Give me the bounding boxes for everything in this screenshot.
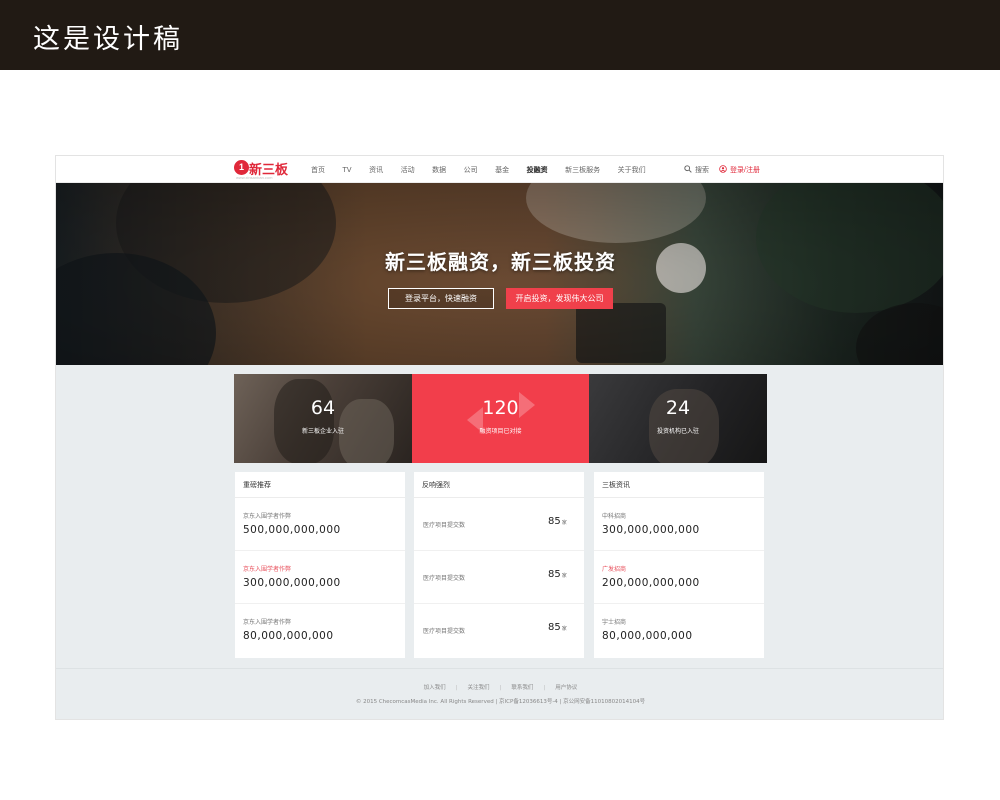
- stat-label: 投资机构已入驻: [656, 428, 699, 435]
- footer-separator: |: [455, 685, 458, 691]
- site-logo[interactable]: 1 新三板 www.xinsanban.com: [234, 159, 289, 180]
- item-label: 京东入围学者作弊: [243, 619, 292, 626]
- menu-item-events[interactable]: 活动: [401, 165, 415, 175]
- item-label: 医疗项目提交数: [423, 522, 466, 529]
- start-investing-button[interactable]: 开启投资，发现伟大公司: [506, 288, 613, 309]
- item-value: 200,000,000,000: [602, 577, 700, 589]
- footer-link-agreement[interactable]: 用户协议: [555, 685, 577, 691]
- card-title: 重磅推荐: [235, 472, 405, 498]
- item-count: 85家: [548, 516, 567, 527]
- list-item[interactable]: 宇士招商 80,000,000,000: [594, 604, 764, 657]
- site-footer: 加入我们 | 关注我们 | 联系我们 | 用户协议 © 2015 ChecomcasMedi…: [56, 668, 943, 719]
- menu-item-tv[interactable]: TV: [343, 166, 352, 174]
- item-value: 500,000,000,000: [243, 524, 341, 536]
- item-label: 京东入围学者作弊: [243, 513, 292, 520]
- card-title: 三板资讯: [594, 472, 764, 498]
- item-label: 医疗项目提交数: [423, 575, 466, 582]
- count-unit: 家: [561, 573, 567, 579]
- item-label: 医疗项目提交数: [423, 628, 466, 635]
- card-popular: 反响强烈 医疗项目提交数 85家 医疗项目提交数 85家 医疗项目提交数 85家: [414, 472, 584, 658]
- menu-item-companies[interactable]: 公司: [464, 165, 478, 175]
- stat-tile-investors[interactable]: 24 投资机构已入驻: [589, 374, 767, 463]
- logo-subtext: www.xinsanban.com: [236, 175, 273, 180]
- card-news: 三板资讯 中科招商 300,000,000,000 广发招商 200,000,0…: [594, 472, 764, 658]
- search-link[interactable]: 搜索: [684, 165, 709, 175]
- login-register-link[interactable]: 登录/注册: [719, 165, 760, 175]
- stat-tile-projects[interactable]: 120 融资项目已对接: [412, 374, 589, 463]
- hero-banner: 新三板融资，新三板投资 登录平台，快速融资 开启投资，发现伟大公司: [56, 183, 943, 365]
- footer-separator: |: [499, 685, 502, 691]
- list-item[interactable]: 医疗项目提交数 85家: [414, 498, 584, 551]
- list-item[interactable]: 医疗项目提交数 85家: [414, 604, 584, 657]
- menu-item-about[interactable]: 关于我们: [618, 165, 646, 175]
- user-icon: [719, 165, 727, 175]
- menu-item-news[interactable]: 资讯: [369, 165, 383, 175]
- item-label: 中科招商: [602, 513, 627, 520]
- menu-item-data[interactable]: 数据: [432, 165, 446, 175]
- card-featured: 重磅推荐 京东入围学者作弊 500,000,000,000 京东入围学者作弊 3…: [235, 472, 405, 658]
- card-title: 反响强烈: [414, 472, 584, 498]
- menu-item-funds[interactable]: 基金: [495, 165, 509, 175]
- list-item[interactable]: 京东入围学者作弊 80,000,000,000: [235, 604, 405, 657]
- count-value: 85: [548, 516, 561, 527]
- doc-header-bar: 这是设计稿: [0, 0, 1000, 70]
- list-item[interactable]: 中科招商 300,000,000,000: [594, 498, 764, 551]
- logo-mark-icon: 1: [234, 160, 249, 175]
- menu-item-services[interactable]: 新三板服务: [565, 165, 600, 175]
- item-label: 京东入围学者作弊: [243, 566, 292, 573]
- doc-title: 这是设计稿: [33, 24, 183, 55]
- login-label: 登录/注册: [730, 167, 760, 174]
- website-mockup: 1 新三板 www.xinsanban.com 首页 TV 资讯 活动 数据 公…: [55, 155, 944, 720]
- count-value: 85: [548, 569, 561, 580]
- search-label: 搜索: [695, 167, 709, 174]
- stat-number: 64: [310, 397, 336, 419]
- login-financing-button[interactable]: 登录平台，快速融资: [388, 288, 494, 309]
- stat-label: 新三板企业入驻: [301, 428, 344, 435]
- item-value: 300,000,000,000: [243, 577, 341, 589]
- item-value: 300,000,000,000: [602, 524, 700, 536]
- footer-link-join[interactable]: 加入我们: [424, 685, 446, 691]
- item-count: 85家: [548, 622, 567, 633]
- footer-copyright: © 2015 ChecomcasMedia Inc. All Rights Re…: [355, 699, 646, 705]
- count-unit: 家: [561, 626, 567, 632]
- footer-separator: |: [543, 685, 546, 691]
- footer-link-follow[interactable]: 关注我们: [468, 685, 490, 691]
- list-item[interactable]: 京东入围学者作弊 500,000,000,000: [235, 498, 405, 551]
- item-label: 宇士招商: [602, 619, 627, 626]
- item-value: 80,000,000,000: [243, 630, 334, 642]
- list-item[interactable]: 医疗项目提交数 85家: [414, 551, 584, 604]
- stat-photo-shape: [274, 379, 334, 463]
- item-count: 85家: [548, 569, 567, 580]
- stat-number: 120: [482, 397, 519, 419]
- list-item[interactable]: 广发招商 200,000,000,000: [594, 551, 764, 604]
- footer-link-contact[interactable]: 联系我们: [511, 685, 533, 691]
- item-value: 80,000,000,000: [602, 630, 693, 642]
- menu-item-home[interactable]: 首页: [311, 165, 325, 175]
- top-navigation: 1 新三板 www.xinsanban.com 首页 TV 资讯 活动 数据 公…: [56, 156, 943, 183]
- search-icon: [684, 165, 692, 175]
- stat-tile-companies[interactable]: 64 新三板企业入驻: [234, 374, 412, 463]
- footer-links: 加入我们 | 关注我们 | 联系我们 | 用户协议: [56, 683, 943, 691]
- stat-number: 24: [665, 397, 691, 419]
- menu-item-investment[interactable]: 投融资: [527, 165, 548, 175]
- count-value: 85: [548, 622, 561, 633]
- list-item[interactable]: 京东入围学者作弊 300,000,000,000: [235, 551, 405, 604]
- hero-title: 新三板融资，新三板投资: [385, 250, 616, 274]
- main-menu: 首页 TV 资讯 活动 数据 公司 基金 投融资 新三板服务 关于我们: [311, 156, 663, 183]
- stat-label: 融资项目已对接: [479, 428, 522, 435]
- count-unit: 家: [561, 520, 567, 526]
- item-label: 广发招商: [602, 566, 627, 573]
